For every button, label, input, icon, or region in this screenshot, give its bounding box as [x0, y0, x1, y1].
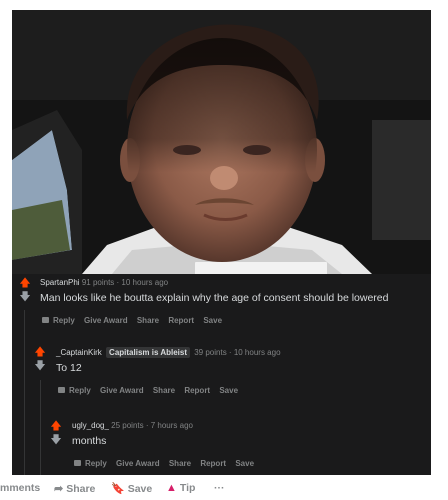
comment-meta: ugly_dog_ 25 points · 7 hours ago	[72, 421, 193, 430]
tip-button[interactable]: ▲ Tip	[166, 482, 195, 494]
comment-actions: Reply Give Award Share Report Save	[74, 459, 261, 468]
save-button[interactable]: Save	[219, 386, 238, 395]
comment-username[interactable]: ugly_dog_	[72, 421, 109, 430]
comment-meta: SpartanPhi 91 points · 10 hours ago	[40, 278, 168, 287]
post-photo	[12, 10, 431, 274]
tip-triangle-icon: ▲	[166, 482, 177, 494]
tip-label: Tip	[179, 482, 196, 494]
downvote-arrow-icon[interactable]: 🡇	[50, 434, 62, 446]
share-post-button[interactable]: ➦ Share	[54, 482, 95, 495]
upvote-arrow-icon[interactable]: 🡅	[50, 420, 62, 432]
report-button[interactable]: Report	[168, 316, 194, 325]
share-post-label: Share	[66, 483, 96, 495]
user-flair: Capitalism is Ableist	[106, 347, 190, 358]
selfie-image	[12, 10, 431, 274]
comment-body: months	[72, 435, 107, 447]
comment-meta: _CaptainKirk Capitalism is Ableist 39 po…	[56, 347, 281, 358]
screenshot-frame: 🡅 🡇 SpartanPhi 91 points · 10 hours ago …	[12, 10, 431, 475]
share-arrow-icon: ➦	[54, 483, 64, 495]
reply-button[interactable]: Reply	[74, 459, 107, 468]
vote-column-1: 🡅 🡇	[19, 277, 31, 303]
report-button[interactable]: Report	[200, 459, 226, 468]
comment-actions: Reply Give Award Share Report Save	[42, 316, 229, 325]
comment-points-time: 25 points · 7 hours ago	[111, 421, 193, 430]
comment-bubble-icon	[42, 316, 49, 323]
downvote-arrow-icon[interactable]: 🡇	[19, 291, 31, 303]
comment-bubble-icon	[58, 386, 65, 393]
save-button[interactable]: Save	[235, 459, 254, 468]
comment-body: Man looks like he boutta explain why the…	[40, 292, 389, 304]
comment-actions: Reply Give Award Share Report Save	[58, 386, 245, 395]
give-award-button[interactable]: Give Award	[116, 459, 160, 468]
comment-username[interactable]: _CaptainKirk	[56, 348, 102, 357]
thread-line[interactable]	[24, 310, 25, 475]
upvote-arrow-icon[interactable]: 🡅	[34, 346, 46, 358]
share-button[interactable]: Share	[169, 459, 191, 468]
save-button[interactable]: Save	[203, 316, 222, 325]
share-button[interactable]: Share	[153, 386, 175, 395]
post-action-bar: mments ➦ Share 🔖 Save ▲ Tip ···	[0, 478, 448, 500]
vote-column-2: 🡅 🡇	[34, 346, 46, 372]
comment-points-time: 39 points · 10 hours ago	[194, 348, 281, 357]
reply-button[interactable]: Reply	[58, 386, 91, 395]
upvote-arrow-icon[interactable]: 🡅	[19, 277, 31, 289]
report-button[interactable]: Report	[184, 386, 210, 395]
save-post-button[interactable]: 🔖 Save	[111, 482, 152, 495]
share-button[interactable]: Share	[137, 316, 159, 325]
comment-body: To 12	[56, 362, 82, 374]
give-award-button[interactable]: Give Award	[100, 386, 144, 395]
comment-username[interactable]: SpartanPhi	[40, 278, 80, 287]
bookmark-icon: 🔖	[111, 483, 125, 495]
reply-button[interactable]: Reply	[42, 316, 75, 325]
save-post-label: Save	[127, 483, 153, 495]
comments-button[interactable]: mments	[0, 482, 40, 494]
comment-points-time: 91 points · 10 hours ago	[81, 278, 169, 287]
more-dots-icon[interactable]: ···	[214, 482, 225, 494]
thread-line[interactable]	[40, 380, 41, 475]
give-award-button[interactable]: Give Award	[84, 316, 128, 325]
downvote-arrow-icon[interactable]: 🡇	[34, 360, 46, 372]
comment-bubble-icon	[74, 459, 81, 466]
vote-column-3: 🡅 🡇	[50, 420, 62, 446]
lanyard-card	[195, 262, 327, 274]
